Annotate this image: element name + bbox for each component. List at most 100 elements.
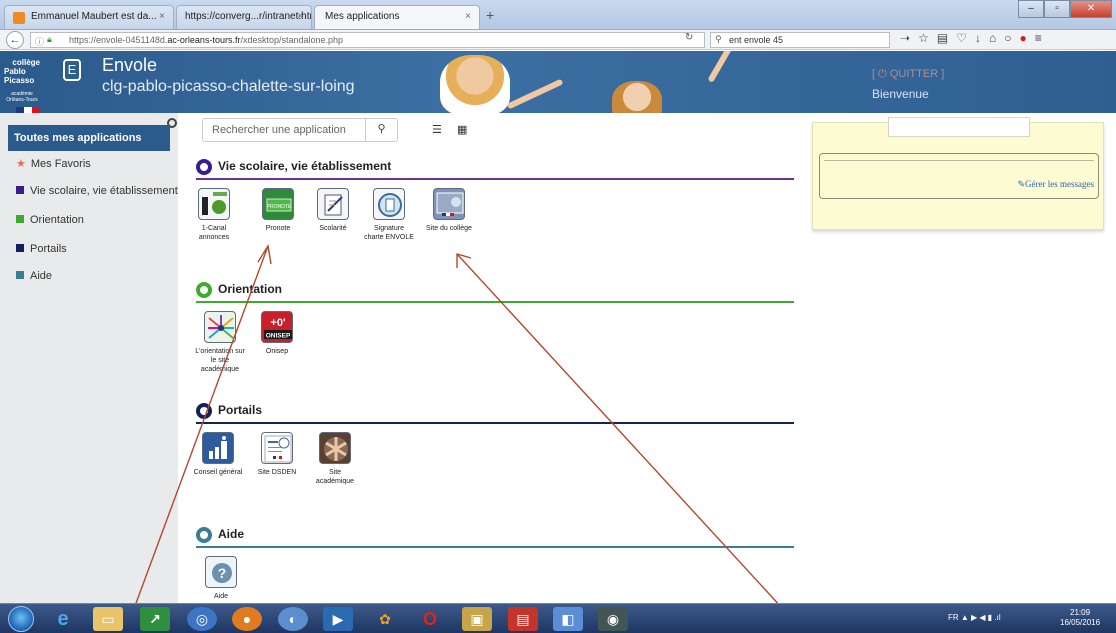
system-tray[interactable]: FR ▲ ▶ ◀ ▮ .ıl — [948, 613, 1001, 622]
app-search-box: ⚲ — [202, 118, 398, 142]
url-domain: ac-orleans-tours.fr — [167, 35, 241, 45]
section-circle-icon — [196, 527, 212, 543]
back-arrow-icon[interactable]: ← — [6, 31, 24, 49]
app-signature-charte[interactable]: Signature charte ENVOLE — [364, 188, 414, 242]
list-view-icon[interactable]: ☰ — [432, 123, 442, 136]
app-pronote[interactable]: PRONOTE Pronote — [253, 188, 303, 233]
app-search-input[interactable] — [203, 119, 367, 141]
section-portails: Portails — [196, 402, 794, 424]
home-icon[interactable]: ⌂ — [989, 31, 996, 45]
square-icon — [16, 215, 24, 223]
help-icon: ? — [205, 556, 237, 588]
camera-app-icon[interactable]: ◉ — [598, 607, 628, 631]
sidebar-item-label: Vie scolaire, vie établissement — [30, 185, 178, 197]
globe-app-icon[interactable]: ◐ — [278, 607, 308, 631]
browser-tab[interactable]: https://converg...r/intranet.html × — [176, 5, 312, 29]
image-app-icon[interactable]: ▣ — [462, 607, 492, 631]
envole-header: collège Pablo Picasso E académie Orléans… — [0, 51, 1116, 113]
sidebar-title[interactable]: Toutes mes applications — [8, 125, 170, 151]
section-title: Portails — [218, 403, 263, 417]
clock[interactable]: 21:09 16/05/2016 — [1060, 608, 1100, 628]
app-label: Aide — [213, 593, 228, 600]
firefox-icon[interactable]: ● — [232, 607, 262, 631]
pronote-icon-text: PRONOTE — [267, 204, 292, 210]
browser-search-field[interactable]: ⚲ ent envole 45 — [710, 32, 890, 48]
app-1-canal[interactable]: 1-Canal annonces — [189, 188, 239, 242]
app-site-dsden[interactable]: Site DSDEN — [252, 432, 302, 477]
sidebar-item-aide[interactable]: Aide — [16, 270, 52, 286]
onisep-icon: +0' ONISEP — [261, 311, 293, 343]
maximize-icon[interactable]: ▫ — [1044, 0, 1070, 18]
logo-line2: Pablo Picasso — [4, 67, 35, 85]
adblock-icon[interactable]: ● — [1019, 31, 1026, 45]
sidebar-item-favorites[interactable]: ★ Mes Favoris — [16, 157, 91, 173]
pronote-icon: PRONOTE — [262, 188, 294, 220]
manage-messages-link[interactable]: ✎Gérer les messages — [1017, 179, 1094, 190]
banner-child-image — [612, 81, 662, 113]
tab-title: Emmanuel Maubert est da... — [31, 11, 157, 22]
chat-icon[interactable]: ○ — [1004, 31, 1011, 45]
browser-tab-active[interactable]: Mes applications × — [314, 5, 480, 29]
bookmarks-menu-icon[interactable]: ▤ — [937, 31, 948, 45]
internet-explorer-icon[interactable]: e — [48, 607, 78, 631]
quit-button[interactable]: [ ⏻ QUITTER ] — [872, 68, 944, 81]
search-icon[interactable]: ⚲ — [365, 119, 397, 141]
app-label: L'orientation sur le site académique — [195, 348, 245, 373]
tab-close-icon[interactable]: × — [297, 11, 303, 22]
opera-icon[interactable]: O — [415, 607, 445, 631]
info-icon[interactable]: ⓘ — [35, 35, 44, 47]
app-site-du-college[interactable]: Site du collège — [424, 188, 474, 233]
app-label: Pronote — [265, 225, 291, 232]
site-academique-icon — [319, 432, 351, 464]
app-label: 1-Canal annonces — [198, 225, 230, 241]
square-icon — [16, 271, 24, 279]
new-tab-button[interactable]: + — [486, 7, 494, 23]
svg-text:?: ? — [218, 565, 227, 581]
manage-messages-label: Gérer les messages — [1025, 179, 1094, 189]
sidebar-item-orientation[interactable]: Orientation — [16, 214, 84, 230]
signature-icon — [373, 188, 405, 220]
url-path: /xdesktop/standalone.php — [240, 35, 344, 45]
grid-view-icon[interactable]: ▦ — [457, 123, 467, 136]
menu-icon[interactable]: ≡ — [1035, 31, 1042, 45]
screen-app-icon[interactable]: ◧ — [553, 607, 583, 631]
stats-app-icon[interactable]: ↗ — [140, 607, 170, 631]
section-title: Aide — [218, 527, 245, 541]
address-bar[interactable]: ⓘ 🔒︎ https://envole-0451148d.ac-orleans-… — [30, 32, 705, 48]
app-label: Signature charte ENVOLE — [364, 225, 414, 241]
app-aide[interactable]: ? Aide — [196, 556, 246, 601]
divider — [824, 160, 1094, 161]
app-onisep[interactable]: +0' ONISEP Onisep — [252, 311, 302, 356]
sidebar-item-vie-scolaire[interactable]: Vie scolaire, vie établissement — [16, 185, 178, 201]
app-site-academique[interactable]: Site académique — [310, 432, 360, 486]
reload-icon[interactable]: ↻ — [685, 32, 693, 43]
tab-close-icon[interactable]: × — [465, 11, 471, 22]
app-orientation-site[interactable]: L'orientation sur le site académique — [194, 311, 246, 374]
network-app-icon[interactable]: ◎ — [187, 607, 217, 631]
app-label: Site académique — [315, 469, 355, 485]
puzzle-app-icon[interactable]: ✿ — [370, 607, 400, 631]
square-icon — [16, 244, 24, 252]
close-window-icon[interactable]: ✕ — [1070, 0, 1112, 18]
app-conseil-general[interactable]: Conseil général — [190, 432, 246, 477]
browser-toolbar-icons: ➝ ☆ ▤ ♡ ↓ ⌂ ○ ● ≡ — [900, 31, 1042, 45]
bookmark-star-icon[interactable]: ☆ — [918, 31, 929, 45]
arrow-right-icon[interactable]: ➝ — [900, 31, 910, 45]
logo-emblem-icon: E — [63, 59, 81, 81]
file-explorer-icon[interactable]: ▭ — [93, 607, 123, 631]
url-prefix: https://envole-0451148d. — [69, 35, 168, 45]
minimize-icon[interactable]: – — [1018, 0, 1044, 18]
sidebar-item-portails[interactable]: Portails — [16, 243, 67, 259]
pocket-icon[interactable]: ♡ — [956, 31, 967, 45]
onisep-icon-text: ONISEP — [266, 333, 291, 340]
tab-close-icon[interactable]: × — [159, 11, 165, 22]
app-scolarite[interactable]: Scolarité — [308, 188, 358, 233]
tab-title: Mes applications — [325, 11, 400, 22]
messages-tab — [888, 117, 1030, 137]
browser-tab[interactable]: Emmanuel Maubert est da... × — [4, 5, 174, 29]
scolarite-icon — [317, 188, 349, 220]
download-icon[interactable]: ↓ — [975, 31, 981, 45]
presentation-app-icon[interactable]: ▤ — [508, 607, 538, 631]
media-player-icon[interactable]: ▶ — [323, 607, 353, 631]
windows-start-icon[interactable] — [8, 606, 34, 632]
